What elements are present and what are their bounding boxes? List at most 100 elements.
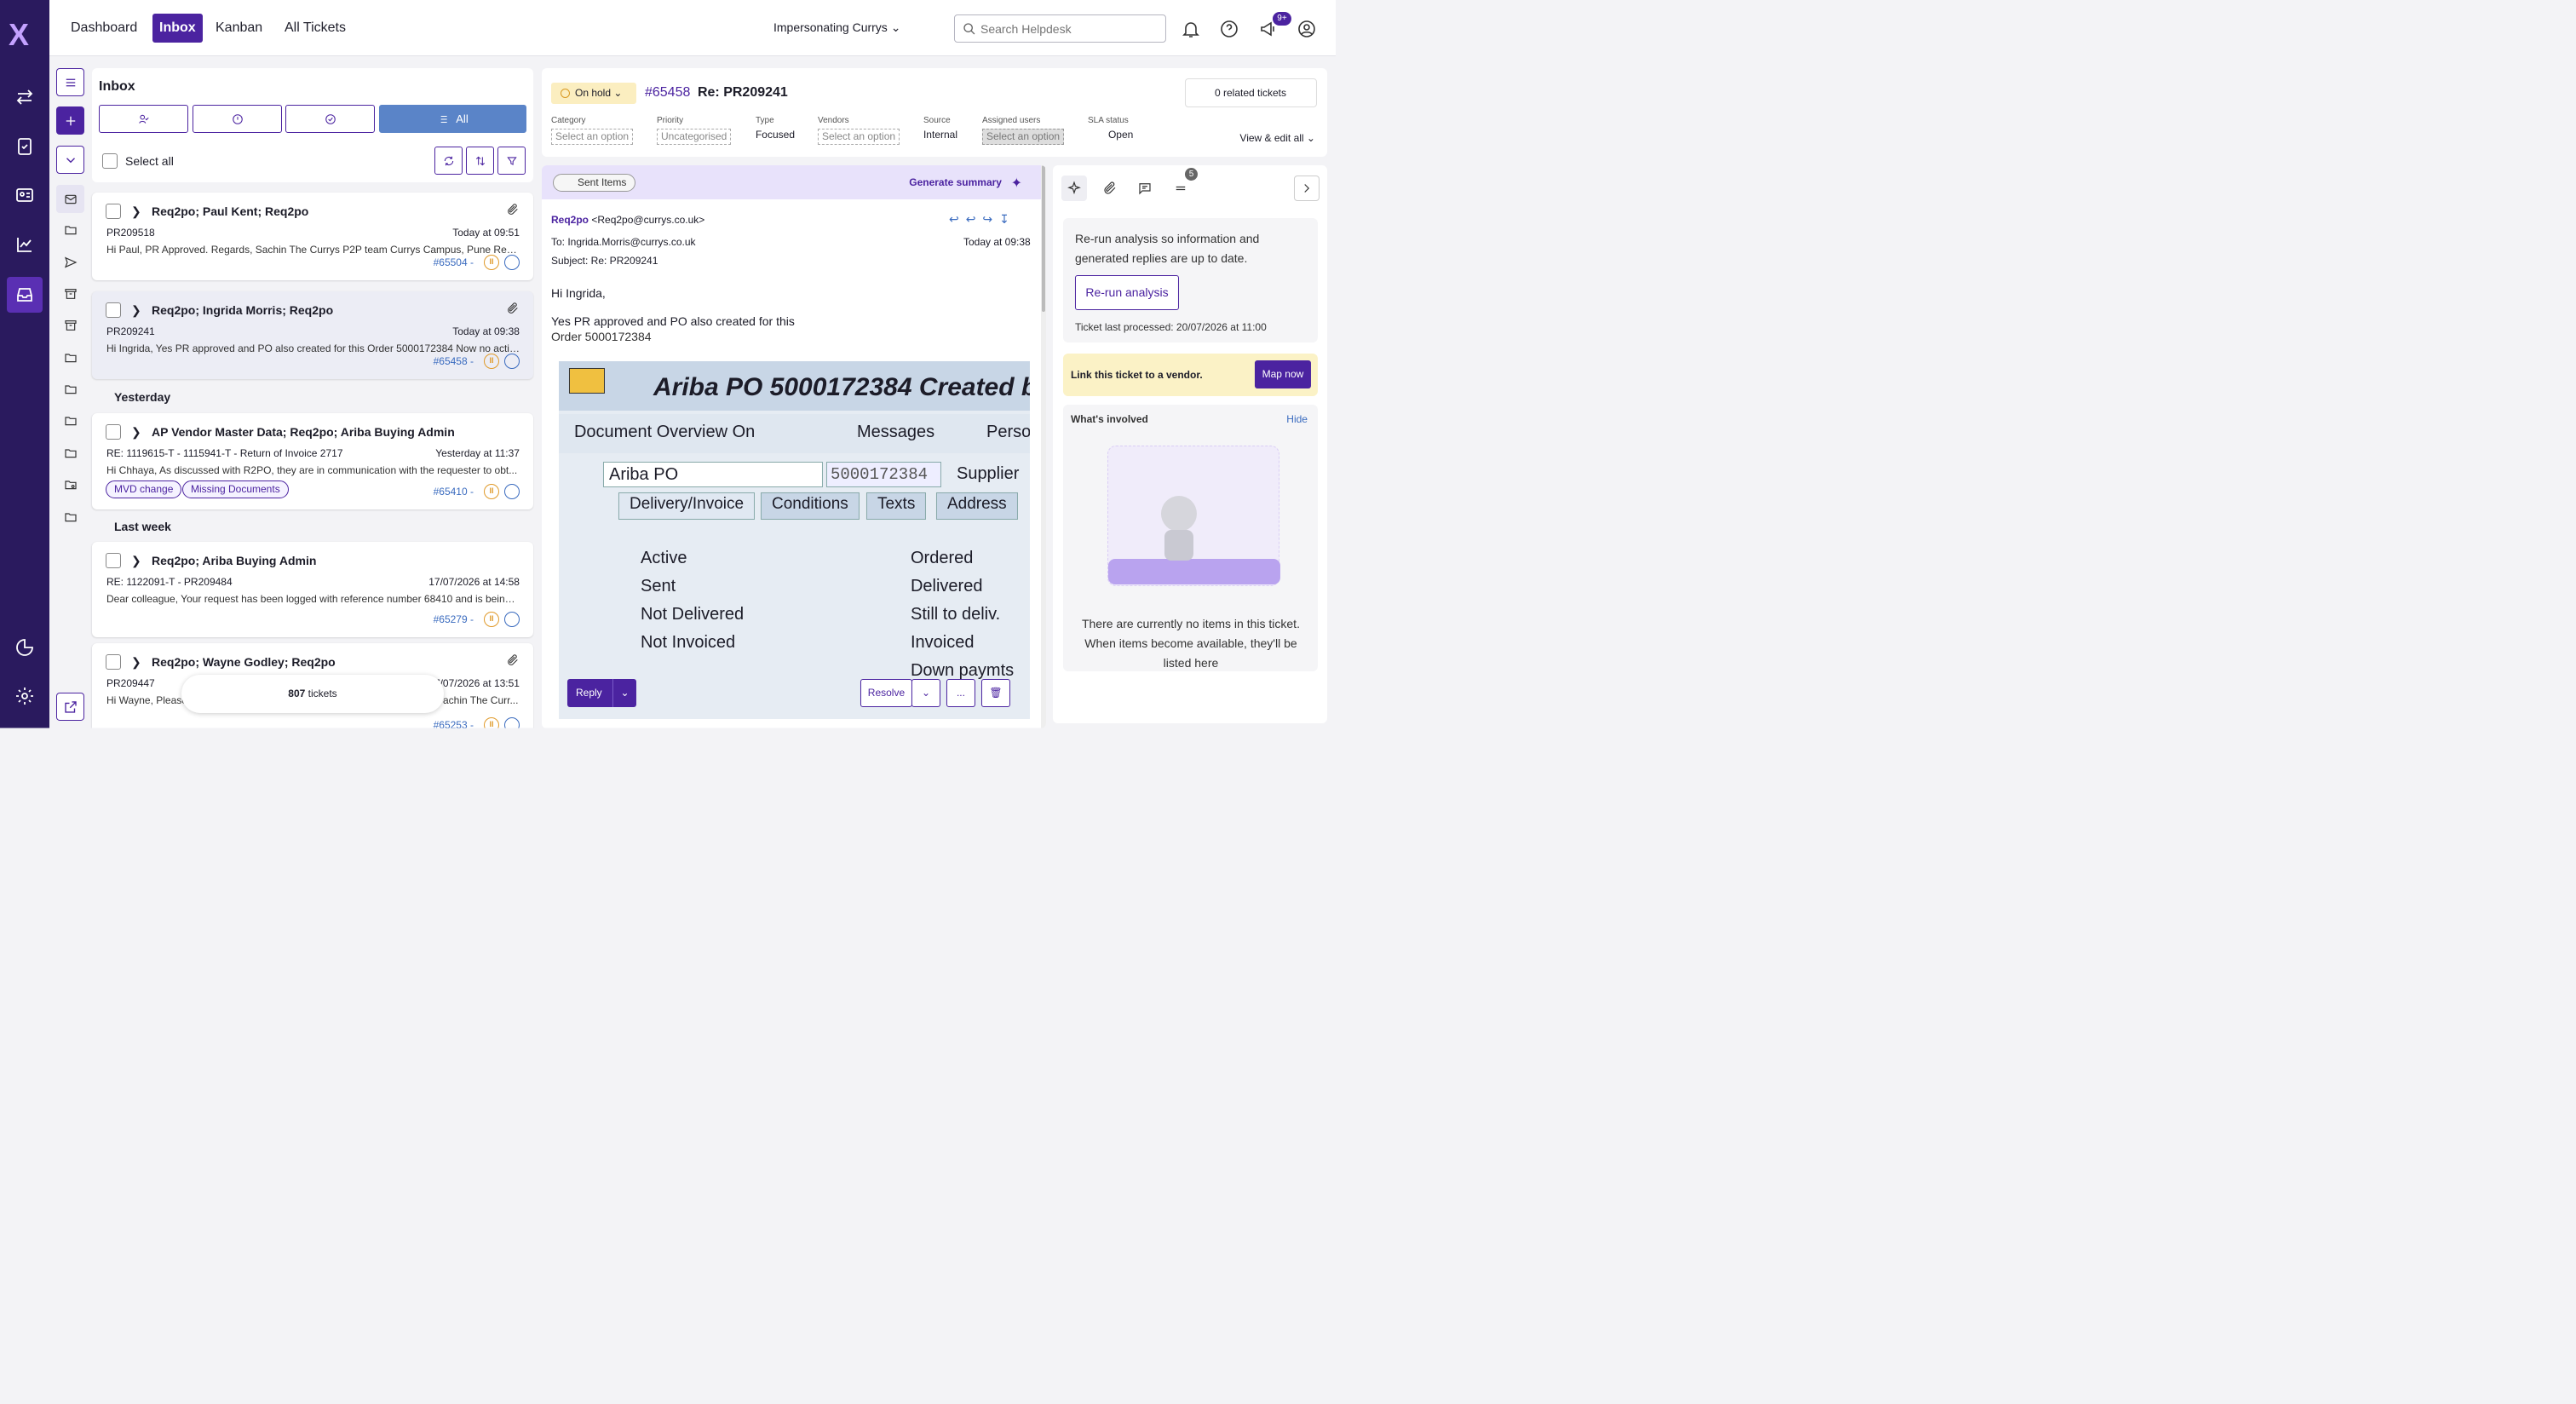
expand-chevron-icon[interactable]: ❯	[131, 204, 141, 219]
map-now-button[interactable]: Map now	[1254, 360, 1311, 388]
list-header: Inbox All Select all	[91, 67, 533, 182]
nav-all-tickets[interactable]: All Tickets	[278, 14, 353, 43]
filter-alert-button[interactable]	[192, 104, 282, 133]
external-link-icon[interactable]	[55, 692, 84, 721]
help-icon[interactable]	[1219, 19, 1239, 39]
folder-icon-4[interactable]	[56, 406, 84, 434]
ticket-id-link[interactable]: #65504 -	[434, 256, 474, 268]
search-input[interactable]	[980, 19, 1159, 38]
generate-summary-button[interactable]: Generate summary	[909, 176, 1002, 188]
ticket-checkbox[interactable]	[105, 552, 121, 568]
nav-kanban[interactable]: Kanban	[209, 14, 269, 43]
reports-icon[interactable]	[12, 635, 37, 660]
filter-all-button[interactable]: All	[378, 104, 526, 133]
field-priority[interactable]: Priority Uncategorised	[656, 116, 732, 145]
inbox-title: Inbox	[98, 78, 135, 94]
refresh-button[interactable]	[434, 146, 463, 175]
ticket-checkbox[interactable]	[105, 302, 121, 318]
more-actions-button[interactable]: ...	[946, 678, 975, 707]
resolve-dropdown-icon[interactable]: ⌄	[911, 678, 940, 707]
folder-search-icon[interactable]	[56, 470, 84, 498]
view-edit-all-button[interactable]: View & edit all ⌄	[1239, 132, 1315, 144]
expand-chevron-icon[interactable]: ❯	[131, 554, 141, 568]
ticket-id-link[interactable]: #65253 -	[434, 719, 474, 728]
inbox-nav-icon[interactable]	[6, 276, 43, 313]
search-box[interactable]	[953, 14, 1166, 43]
status-not-invoiced: Not Invoiced	[640, 632, 736, 652]
reply-button[interactable]: Reply ⌄	[566, 678, 636, 707]
ticket-preview-tail: achin The Curr...	[442, 693, 519, 706]
expand-chevron-icon[interactable]: ❯	[131, 425, 141, 440]
ai-sparkle-icon[interactable]	[1061, 175, 1087, 201]
new-ticket-button[interactable]	[55, 106, 84, 135]
field-value: Select an option	[817, 128, 900, 145]
trash-icon[interactable]: 🗑	[980, 678, 1010, 707]
ticket-checkbox[interactable]	[105, 203, 121, 219]
app-logo[interactable]: X	[9, 17, 29, 53]
field-sla-status[interactable]: SLA status Open	[1088, 116, 1133, 141]
select-all-checkbox[interactable]	[101, 152, 118, 169]
bell-icon[interactable]	[1181, 19, 1201, 39]
analytics-icon[interactable]	[12, 232, 37, 257]
contacts-icon[interactable]	[12, 182, 37, 208]
nav-dashboard[interactable]: Dashboard	[64, 14, 144, 43]
reply-actions-icons[interactable]: ↩↩↪↧	[949, 212, 1016, 227]
folder-icon-3[interactable]	[56, 375, 84, 403]
menu-icon[interactable]	[55, 67, 84, 96]
impersonation-dropdown[interactable]: Impersonating Currys ⌄	[773, 20, 900, 35]
expand-chevron-icon[interactable]: ❯	[131, 655, 141, 670]
tag-mvd-change[interactable]: MVD change	[105, 480, 182, 498]
value-down-payments: Down paymts	[910, 660, 1015, 680]
ticket-card[interactable]: ❯ AP Vendor Master Data; Req2po; Ariba B…	[91, 412, 533, 509]
email-channel-icon	[503, 611, 520, 627]
settings-icon[interactable]	[12, 683, 37, 709]
notes-count-badge: 5	[1184, 167, 1198, 181]
filter-done-button[interactable]	[285, 104, 375, 133]
folder-icon[interactable]	[56, 216, 84, 244]
expand-chevron-icon[interactable]: ❯	[131, 303, 141, 318]
ticket-card[interactable]: ❯ Req2po; Ariba Buying Admin RE: 1122091…	[91, 541, 533, 637]
ticket-id-link[interactable]: #65410 -	[434, 486, 474, 498]
filter-button[interactable]	[497, 146, 526, 175]
ticket-card-selected[interactable]: ❯ Req2po; Ingrida Morris; Req2po PR20924…	[91, 291, 533, 379]
resolve-button[interactable]: Resolve	[860, 678, 912, 707]
comments-tab-icon[interactable]	[1132, 176, 1158, 201]
clipboard-icon[interactable]	[12, 134, 37, 159]
ticket-id-link[interactable]: #65279 -	[434, 613, 474, 625]
ticket-checkbox[interactable]	[105, 423, 121, 440]
field-category[interactable]: Category Select an option	[550, 116, 634, 145]
nav-inbox[interactable]: Inbox	[152, 13, 203, 43]
field-source[interactable]: Source Internal	[923, 116, 957, 141]
filter-assigned-button[interactable]	[98, 104, 188, 133]
tag-missing-documents[interactable]: Missing Documents	[181, 480, 289, 498]
group-yesterday: Yesterday	[113, 389, 171, 404]
archive-icon-2[interactable]	[56, 311, 84, 339]
transfer-icon[interactable]	[12, 84, 37, 110]
send-icon[interactable]	[56, 248, 84, 276]
field-assigned-users[interactable]: Assigned users Select an option	[981, 116, 1065, 145]
field-vendors[interactable]: Vendors Select an option	[817, 116, 900, 145]
field-type[interactable]: Type Focused	[756, 116, 795, 141]
rerun-analysis-button[interactable]: Re-run analysis	[1074, 274, 1179, 310]
mail-folder-icon[interactable]	[55, 184, 84, 213]
folder-icon-5[interactable]	[56, 439, 84, 467]
related-tickets-button[interactable]: 0 related tickets	[1184, 78, 1317, 107]
reply-dropdown-chevron-icon[interactable]: ⌄	[612, 678, 636, 707]
from-name[interactable]: Req2po	[551, 214, 589, 226]
folder-icon-2[interactable]	[56, 343, 84, 371]
status-dropdown[interactable]: On hold ⌄	[550, 82, 636, 104]
attachments-tab-icon[interactable]	[1097, 176, 1123, 201]
field-label: SLA status	[1087, 115, 1129, 125]
ticket-id-link[interactable]: #65458 -	[434, 355, 474, 367]
folder-icon-6[interactable]	[56, 503, 84, 531]
collapse-chevron-icon[interactable]	[55, 145, 84, 174]
hide-link[interactable]: Hide	[1286, 413, 1308, 425]
email-scrollbar[interactable]	[1040, 164, 1046, 728]
sent-items-chip[interactable]: Sent Items	[552, 173, 635, 192]
ticket-card[interactable]: ❯ Req2po; Paul Kent; Req2po PR209518 Tod…	[91, 192, 533, 280]
account-icon[interactable]	[1297, 19, 1317, 39]
sort-button[interactable]	[465, 146, 494, 175]
collapse-sidebar-chevron-icon[interactable]	[1293, 175, 1320, 201]
archive-icon[interactable]	[56, 279, 84, 308]
ticket-checkbox[interactable]	[105, 653, 121, 670]
